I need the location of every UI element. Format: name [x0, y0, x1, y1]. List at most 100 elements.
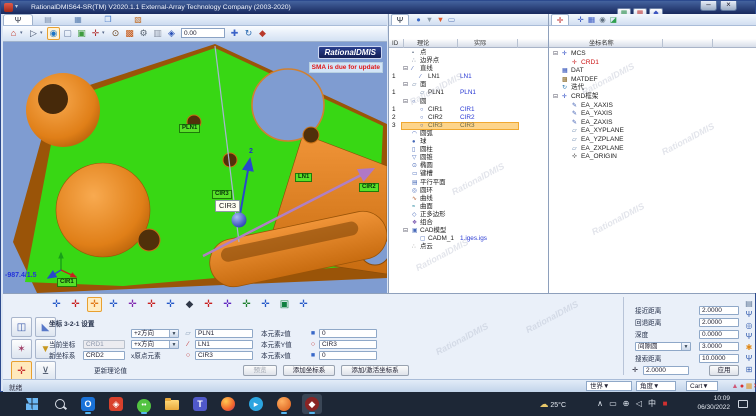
taskbar-weather[interactable]: ☁ 25°C	[539, 392, 566, 416]
taskbar-clock[interactable]: 10:09 06/30/2022	[684, 395, 730, 412]
tree-expand-icon[interactable]: ⊟	[403, 65, 408, 73]
filter-icon[interactable]: ▼	[424, 14, 435, 25]
units-select[interactable]: Cart▼	[686, 381, 718, 391]
csys-row-EA_YZPLANE[interactable]: ▱EA_YZPLANE	[549, 136, 756, 145]
error-icon[interactable]: ✕	[752, 382, 756, 391]
clearance-field[interactable]: 3.0000	[699, 342, 739, 351]
tray-caret-icon[interactable]: ∧	[594, 392, 606, 416]
angle-select[interactable]: 角度▼	[636, 381, 676, 391]
tree-expand-icon[interactable]: ⊟	[553, 93, 558, 102]
feature-row-直线[interactable]: ⊟∕直线	[389, 65, 548, 73]
csys-tool-5[interactable]: ✛	[125, 297, 140, 312]
tab-grid[interactable]: ▦	[63, 14, 93, 25]
csys-row-EA_ZXPLANE[interactable]: ▱EA_ZXPLANE	[549, 145, 756, 154]
tray-network-icon[interactable]: ⊕	[620, 392, 632, 416]
csys-row-DAT[interactable]: ▦DAT	[549, 67, 756, 76]
feature-label-cir3[interactable]: CIR3	[212, 190, 232, 199]
csys-capture-icon[interactable]: ◉	[597, 14, 608, 25]
tray-mute-icon[interactable]: ◁	[633, 392, 645, 416]
colormap-icon[interactable]: ▩	[123, 27, 136, 40]
feature-row-面[interactable]: ⊟▱面	[389, 81, 548, 89]
apply-button[interactable]: 应用	[709, 365, 739, 376]
csys-row-MCS[interactable]: ⊟✛MCS	[549, 50, 756, 59]
feature-row-正多边形[interactable]: ◇正多边形	[389, 211, 548, 219]
csys-select[interactable]: 世界▼	[586, 381, 632, 391]
col-actual[interactable]: 实际	[474, 39, 486, 48]
csys-view-tab[interactable]: ✛	[551, 14, 569, 25]
feature-row-PLN1[interactable]: 1▱PLN1PLN1	[389, 89, 548, 97]
csys-row-EA_ZAXIS[interactable]: ✎EA_ZAXIS	[549, 119, 756, 128]
csys-tool-2[interactable]: ✛	[68, 297, 83, 312]
outlook-icon[interactable]: O	[78, 394, 98, 414]
csys-tool-12[interactable]: ✛	[258, 297, 273, 312]
bin-icon[interactable]: ▥	[151, 27, 164, 40]
csys-row-CRD1[interactable]: ✛CRD1	[549, 59, 756, 68]
magnifier-icon[interactable]: ◎	[743, 321, 755, 331]
z-direction-select[interactable]: +z方向▼	[131, 329, 179, 338]
x-direction-select[interactable]: +x方向▼	[131, 340, 179, 349]
feature-row-点云[interactable]: ∴点云	[389, 243, 548, 251]
feature-view-tab[interactable]: Ψ	[391, 14, 409, 25]
feature-row-点[interactable]: •点	[389, 49, 548, 57]
csys-export-icon[interactable]: ◪	[608, 14, 619, 25]
feature-row-圆锥[interactable]: ▽圆锥	[389, 154, 548, 162]
feature-row-键槽[interactable]: ▭键槽	[389, 170, 548, 178]
tools-icon[interactable]: ⚙	[137, 27, 150, 40]
minimize-button[interactable]: –	[700, 1, 717, 11]
probe-search-icon[interactable]: ◈	[165, 27, 178, 40]
telegram-icon[interactable]: ▸	[246, 394, 266, 414]
csys-tool-10[interactable]: ✛	[220, 297, 235, 312]
tab-model[interactable]: ▧	[123, 14, 153, 25]
probe-a-icon[interactable]: Ψ	[743, 310, 755, 320]
csys-row-迭代[interactable]: ↻迭代	[549, 84, 756, 93]
tray-display-icon[interactable]: ▭	[607, 392, 619, 416]
viewport-3d[interactable]: RationalDMIS SMA is due for update -987.…	[3, 42, 387, 293]
x-value-field[interactable]: 0	[319, 351, 377, 360]
csys-row-EA_XYPLANE[interactable]: ▱EA_XYPLANE	[549, 127, 756, 136]
tolerance-input[interactable]: 0.00	[181, 28, 225, 38]
plane-cross-icon[interactable]: ✚	[228, 27, 241, 40]
feature-row-圆环[interactable]: ◎圆环	[389, 187, 548, 195]
tree-expand-icon[interactable]: ⊟	[403, 227, 408, 235]
csys-tool-321[interactable]: ✛	[87, 297, 102, 312]
view-rotate-icon[interactable]: ↻	[242, 27, 255, 40]
tray-ime[interactable]: 中	[646, 392, 658, 416]
home-caret[interactable]: ▾	[20, 26, 26, 41]
tree-expand-icon[interactable]: ⊟	[403, 81, 408, 89]
csys-tool-7[interactable]: ✛	[163, 297, 178, 312]
feature-row-CIR3[interactable]: 3○CIR3CIR3	[389, 122, 548, 130]
marquee-icon[interactable]: ▢	[61, 27, 74, 40]
col-theory[interactable]: 理论	[417, 39, 429, 48]
csys-tool-9[interactable]: ✛	[201, 297, 216, 312]
probe-value-field[interactable]: 2.0000	[643, 366, 689, 375]
new-csys-field[interactable]: CRD2	[83, 351, 125, 360]
col-id[interactable]: ID	[392, 39, 398, 48]
csys-row-EA_ORIGIN[interactable]: ✜EA_ORIGIN	[549, 153, 756, 162]
csys-row-EA_XAXIS[interactable]: ✎EA_XAXIS	[549, 102, 756, 111]
cursor-icon[interactable]: ▷	[27, 27, 40, 40]
feature-label-cir2[interactable]: CIR2	[359, 183, 379, 192]
tab-comment[interactable]: ❐	[93, 14, 123, 25]
origin-feature-field[interactable]: CIR3	[195, 351, 253, 360]
csys-tool-11[interactable]: ✛	[239, 297, 254, 312]
csys-caret[interactable]: ▾	[102, 26, 108, 41]
feature-row-组合[interactable]: ❖组合	[389, 219, 548, 227]
probe-red-icon[interactable]: ◆	[256, 27, 269, 40]
defender-icon[interactable]: ◈	[106, 394, 126, 414]
probe-b-icon[interactable]: Ψ	[743, 332, 755, 342]
csys-tool-4[interactable]: ✛	[106, 297, 121, 312]
z-value-field[interactable]: 0	[319, 329, 377, 338]
feature-row-CIR2[interactable]: 2○CIR2CIR2	[389, 114, 548, 122]
teams-icon[interactable]: T	[190, 394, 210, 414]
machine-icon[interactable]: ⊞	[743, 365, 755, 375]
close-button[interactable]: ×	[720, 1, 737, 11]
report-icon[interactable]: ▤	[743, 299, 755, 309]
y-value-field[interactable]: CIR3	[319, 340, 377, 349]
app-menu-caret-icon[interactable]: ▾	[15, 3, 18, 12]
z-feature-field[interactable]: PLN1	[195, 329, 253, 338]
screen-icon[interactable]: ▭	[446, 14, 457, 25]
feature-row-椭圆[interactable]: ⊙椭圆	[389, 162, 548, 170]
csys-321-button[interactable]: ✛	[11, 361, 32, 381]
feature-row-CIR1[interactable]: 1○CIR1CIR1	[389, 106, 548, 114]
add-activate-csys-button[interactable]: 添加/激活坐标系	[341, 365, 409, 376]
